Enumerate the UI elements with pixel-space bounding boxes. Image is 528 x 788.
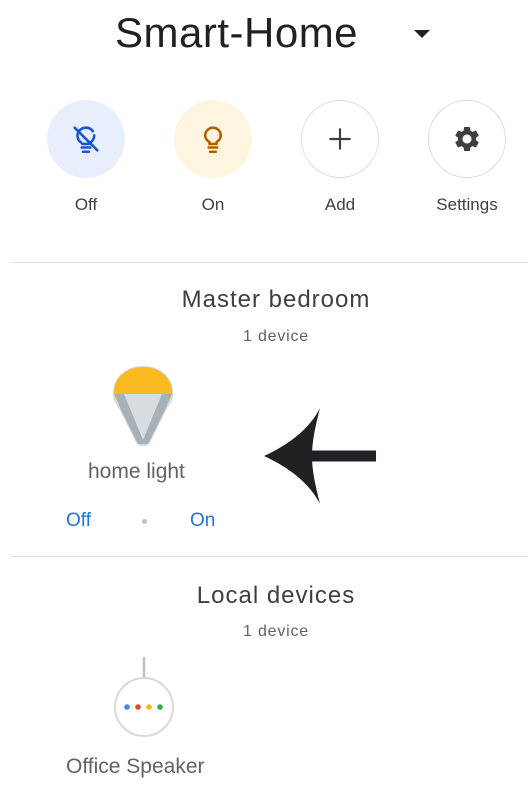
section-divider (12, 556, 528, 557)
room-device-count: 1 device (243, 328, 309, 345)
add-label: Add (324, 195, 356, 214)
settings-action[interactable]: Settings (412, 100, 522, 215)
quick-actions: Off On Add Settings (0, 100, 528, 220)
home-header: Smart-Home (0, 8, 528, 60)
add-button[interactable] (301, 100, 379, 178)
home-light-off-button[interactable]: Off (66, 510, 91, 532)
lightbulb-off-icon (73, 126, 99, 154)
all-on-button[interactable] (174, 100, 252, 178)
home-screen: Smart-Home Off On Add Settings Master be… (0, 0, 528, 788)
settings-label: Settings (436, 195, 498, 214)
all-on-label: On (201, 195, 225, 214)
settings-button[interactable] (428, 100, 506, 178)
home-light-on-button[interactable]: On (190, 510, 215, 532)
dropdown-caret-icon[interactable] (412, 28, 432, 40)
home-title[interactable]: Smart-Home (115, 8, 358, 58)
room-title-master-bedroom: Master bedroom (181, 286, 371, 313)
lightbulb-icon (203, 126, 223, 154)
gear-icon (455, 127, 479, 151)
room-device-count: 1 device (243, 623, 309, 640)
section-divider (12, 262, 528, 263)
device-name-home-light: home light (88, 460, 185, 483)
smart-bulb-icon[interactable] (110, 364, 176, 450)
room-title-local-devices: Local devices (196, 582, 356, 609)
all-off-action[interactable]: Off (31, 100, 141, 215)
smart-speaker-icon[interactable] (110, 655, 178, 739)
all-off-button[interactable] (47, 100, 125, 178)
plus-icon (329, 128, 351, 150)
separator-dot (142, 519, 147, 524)
arrow-left-icon (264, 408, 376, 504)
device-name-office-speaker: Office Speaker (66, 755, 205, 778)
all-on-action[interactable]: On (158, 100, 268, 215)
add-action[interactable]: Add (285, 100, 395, 215)
all-off-label: Off (74, 195, 98, 214)
